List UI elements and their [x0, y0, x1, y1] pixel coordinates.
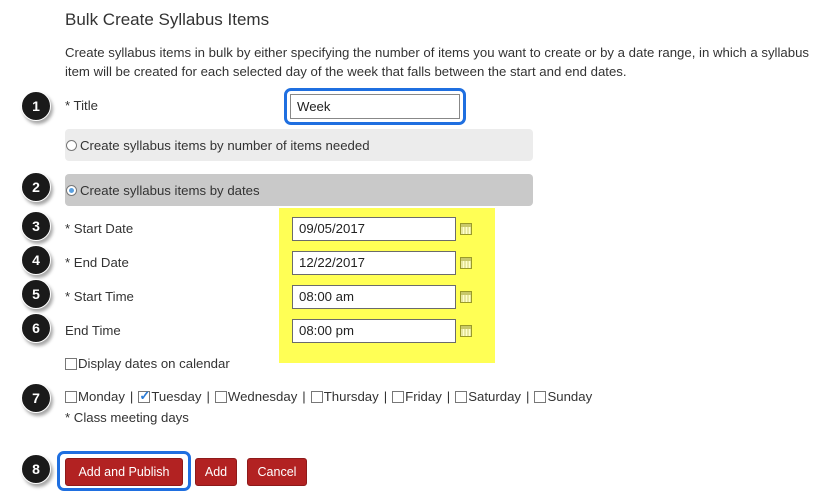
- start-time-label: * Start Time: [65, 289, 134, 304]
- step-badge-6: 6: [21, 313, 51, 343]
- day-separator: |: [206, 389, 210, 404]
- title-label: * Title: [65, 98, 98, 113]
- meeting-days-row: Monday | Tuesday | Wednesday | Thursday | Friday…: [65, 388, 593, 404]
- start-date-field[interactable]: 09/05/2017: [292, 217, 456, 241]
- end-date-field[interactable]: 12/22/2017: [292, 251, 456, 275]
- display-calendar-row[interactable]: Display dates on calendar: [65, 356, 230, 371]
- tuesday-checkbox[interactable]: [138, 388, 151, 404]
- step-badge-8: 8: [21, 454, 51, 484]
- tuesday-label: Tuesday: [151, 389, 202, 404]
- friday-checkbox[interactable]: [392, 391, 405, 403]
- option-by-dates-label: Create syllabus items by dates: [80, 182, 260, 198]
- day-separator: |: [302, 389, 306, 404]
- step-badge-4: 4: [21, 245, 51, 275]
- start-time-field[interactable]: 08:00 am: [292, 285, 456, 309]
- end-time-field[interactable]: 08:00 pm: [292, 319, 456, 343]
- wednesday-checkbox[interactable]: [214, 391, 227, 403]
- sunday-label: Sunday: [547, 389, 593, 404]
- day-separator: |: [383, 389, 388, 404]
- day-separator: |: [526, 389, 530, 404]
- end-time-label: End Time: [65, 323, 121, 338]
- option-by-number-row[interactable]: Create syllabus items by number of items…: [65, 129, 533, 161]
- cancel-button[interactable]: Cancel: [247, 458, 307, 486]
- calendar-icon[interactable]: [460, 291, 472, 303]
- monday-label: Monday: [78, 389, 125, 404]
- friday-label: Friday: [405, 389, 442, 404]
- option-by-number-label: Create syllabus items by number of items…: [80, 137, 370, 153]
- page-title: Bulk Create Syllabus Items: [65, 10, 270, 29]
- day-separator: |: [129, 389, 134, 404]
- step-badge-2: 2: [21, 172, 51, 202]
- radio-by-dates[interactable]: [66, 184, 77, 196]
- calendar-icon[interactable]: [460, 325, 472, 337]
- step-badge-1: 1: [21, 91, 51, 121]
- title-input[interactable]: [290, 94, 460, 119]
- sunday-checkbox[interactable]: [534, 391, 547, 403]
- radio-by-number[interactable]: [66, 139, 77, 151]
- step-badge-3: 3: [21, 211, 51, 241]
- start-date-label: * Start Date: [65, 221, 134, 236]
- thursday-label: Thursday: [323, 389, 379, 404]
- saturday-checkbox[interactable]: [455, 391, 468, 403]
- title-input-focus-ring: [284, 88, 466, 125]
- page-description: Create syllabus items in bulk by either …: [65, 45, 810, 79]
- display-calendar-label: Display dates on calendar: [78, 356, 230, 371]
- saturday-label: Saturday: [468, 389, 522, 404]
- display-calendar-checkbox[interactable]: [65, 358, 77, 370]
- thursday-checkbox[interactable]: [310, 391, 323, 403]
- day-separator: |: [446, 389, 451, 404]
- calendar-icon[interactable]: [460, 223, 472, 235]
- wednesday-label: Wednesday: [227, 389, 298, 404]
- add-and-publish-button[interactable]: Add and Publish: [65, 458, 183, 486]
- calendar-icon[interactable]: [460, 257, 472, 269]
- monday-checkbox[interactable]: [65, 391, 77, 403]
- add-button[interactable]: Add: [195, 458, 237, 486]
- class-meeting-days-label: * Class meeting days: [65, 410, 189, 425]
- option-by-dates-row[interactable]: Create syllabus items by dates: [65, 174, 533, 206]
- step-badge-7: 7: [21, 383, 51, 413]
- step-badge-5: 5: [21, 279, 51, 309]
- end-date-label: * End Date: [65, 255, 129, 270]
